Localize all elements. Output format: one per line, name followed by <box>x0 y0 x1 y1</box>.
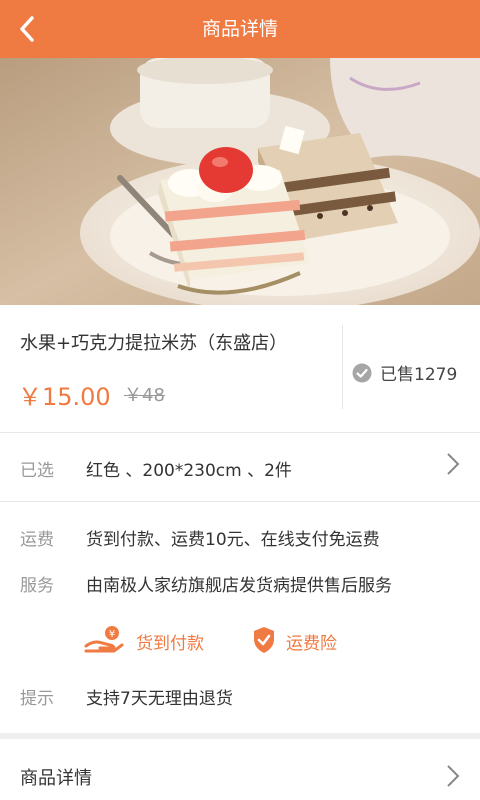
badge-cod-label: 货到付款 <box>136 634 204 654</box>
cash-on-delivery-icon: ¥ <box>84 626 124 653</box>
service-value: 由南极人家纺旗舰店发货病提供售后服务 <box>86 576 392 596</box>
current-price: ￥15.00 <box>18 383 111 411</box>
selection-label: 已选 <box>20 461 54 481</box>
info-divider <box>342 325 343 409</box>
section-separator <box>0 733 480 739</box>
product-image[interactable] <box>0 58 480 305</box>
tips-value: 支持7天无理由退货 <box>86 689 233 709</box>
selection-value: 红色 、200*230cm 、2件 <box>86 461 292 481</box>
details-label: 商品详情 <box>20 768 92 789</box>
shipping-value: 货到付款、运费10元、在线支付免运费 <box>86 530 380 550</box>
sold-count: 已售1279 <box>380 365 458 385</box>
svg-text:¥: ¥ <box>109 629 115 640</box>
tips-label: 提示 <box>20 689 54 709</box>
service-label: 服务 <box>20 576 54 596</box>
original-price: ￥48 <box>124 385 165 406</box>
product-name: 水果+巧克力提拉米苏（东盛店） <box>20 333 288 354</box>
product-info: 水果+巧克力提拉米苏（东盛店） ￥15.00 ￥48 已售1279 <box>0 305 480 433</box>
top-bar: 商品详情 <box>0 0 480 58</box>
cake-photo <box>0 58 480 305</box>
chevron-right-icon[interactable] <box>446 764 460 788</box>
check-circle-icon <box>352 363 372 383</box>
chevron-right-icon[interactable] <box>446 452 460 476</box>
divider <box>0 432 480 433</box>
badge-insurance-label: 运费险 <box>286 634 337 654</box>
divider <box>0 501 480 502</box>
shipping-label: 运费 <box>20 530 54 550</box>
page-title: 商品详情 <box>201 18 278 40</box>
shipping-insurance-shield-icon <box>254 627 274 653</box>
